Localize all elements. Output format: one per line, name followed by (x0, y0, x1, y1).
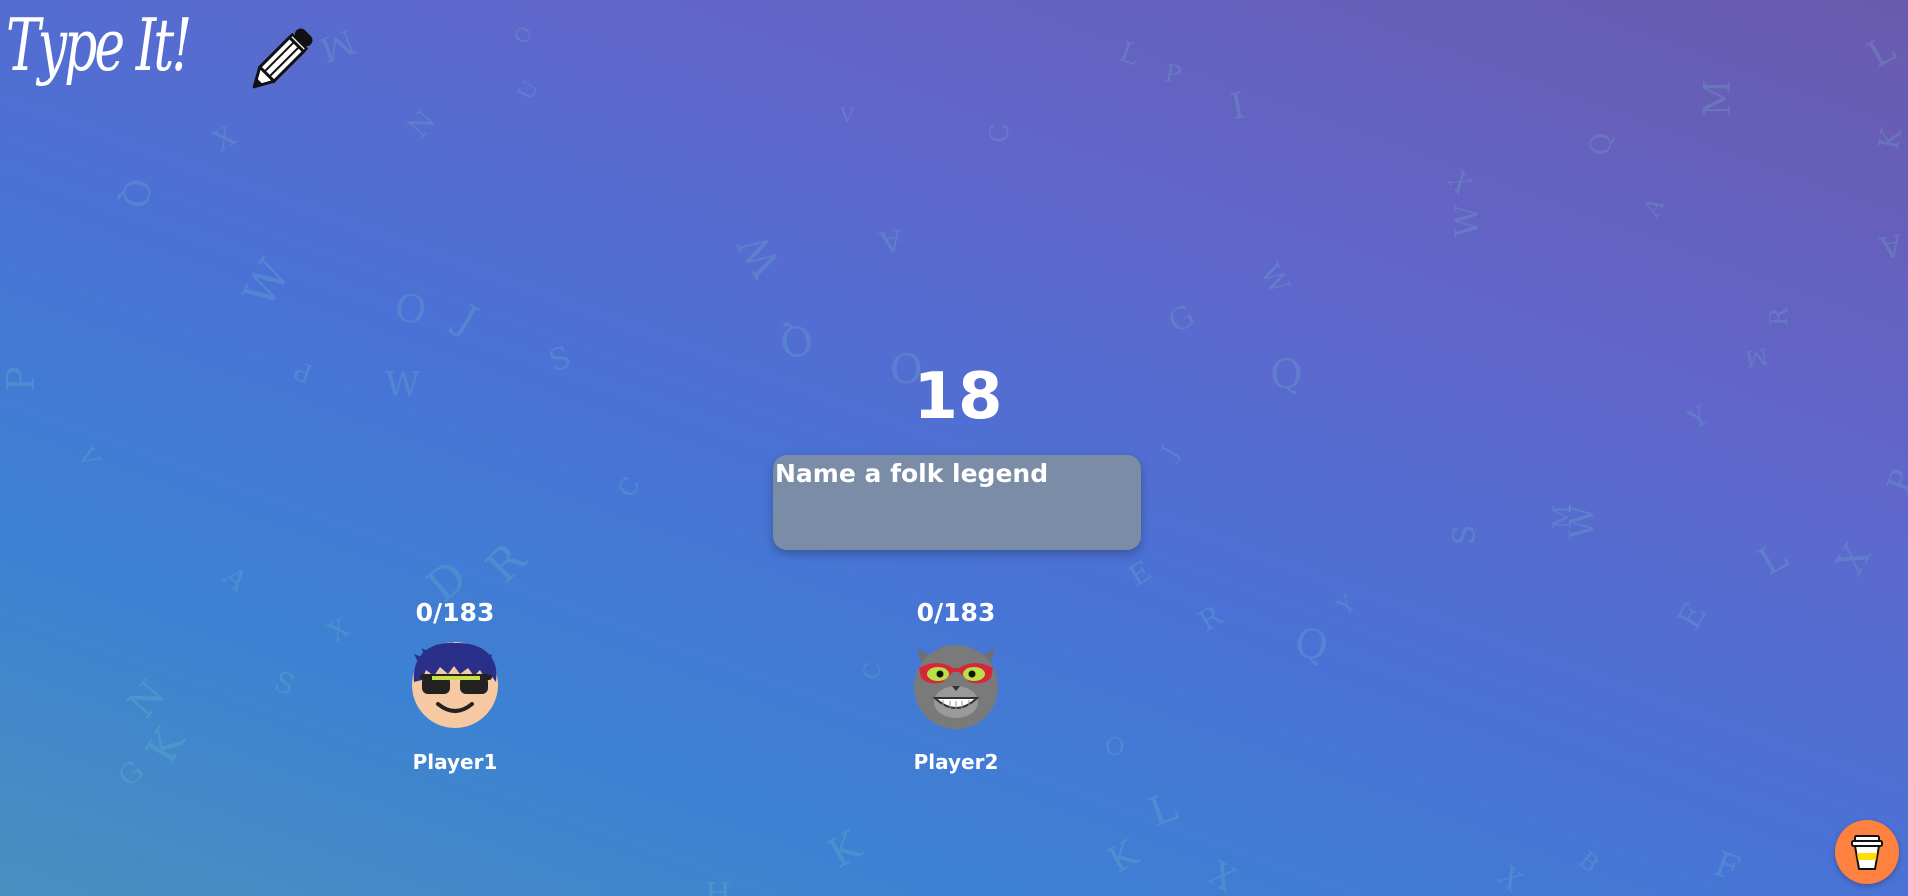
player-name: Player2 (913, 750, 999, 774)
app-logo: Type It! (6, 4, 321, 100)
app-title: Type It! (6, 3, 192, 87)
countdown-timer: 18 (913, 360, 1003, 434)
prompt-box: Name a folk legend (773, 455, 1141, 550)
pencil-icon (252, 28, 313, 89)
boy-avatar-icon (412, 642, 498, 728)
prompt-text: Name a folk legend (775, 459, 1049, 488)
player-card-2: 0/183 Player2 (876, 600, 1036, 772)
coffee-cup-icon (1851, 835, 1883, 870)
player-card-1: 0/183 Player1 (375, 600, 535, 772)
cat-avatar-icon (914, 645, 998, 729)
player-score: 0/183 (415, 598, 495, 627)
player-score: 0/183 (916, 598, 996, 627)
buy-coffee-button[interactable] (1835, 820, 1899, 884)
player-name: Player1 (412, 750, 498, 774)
